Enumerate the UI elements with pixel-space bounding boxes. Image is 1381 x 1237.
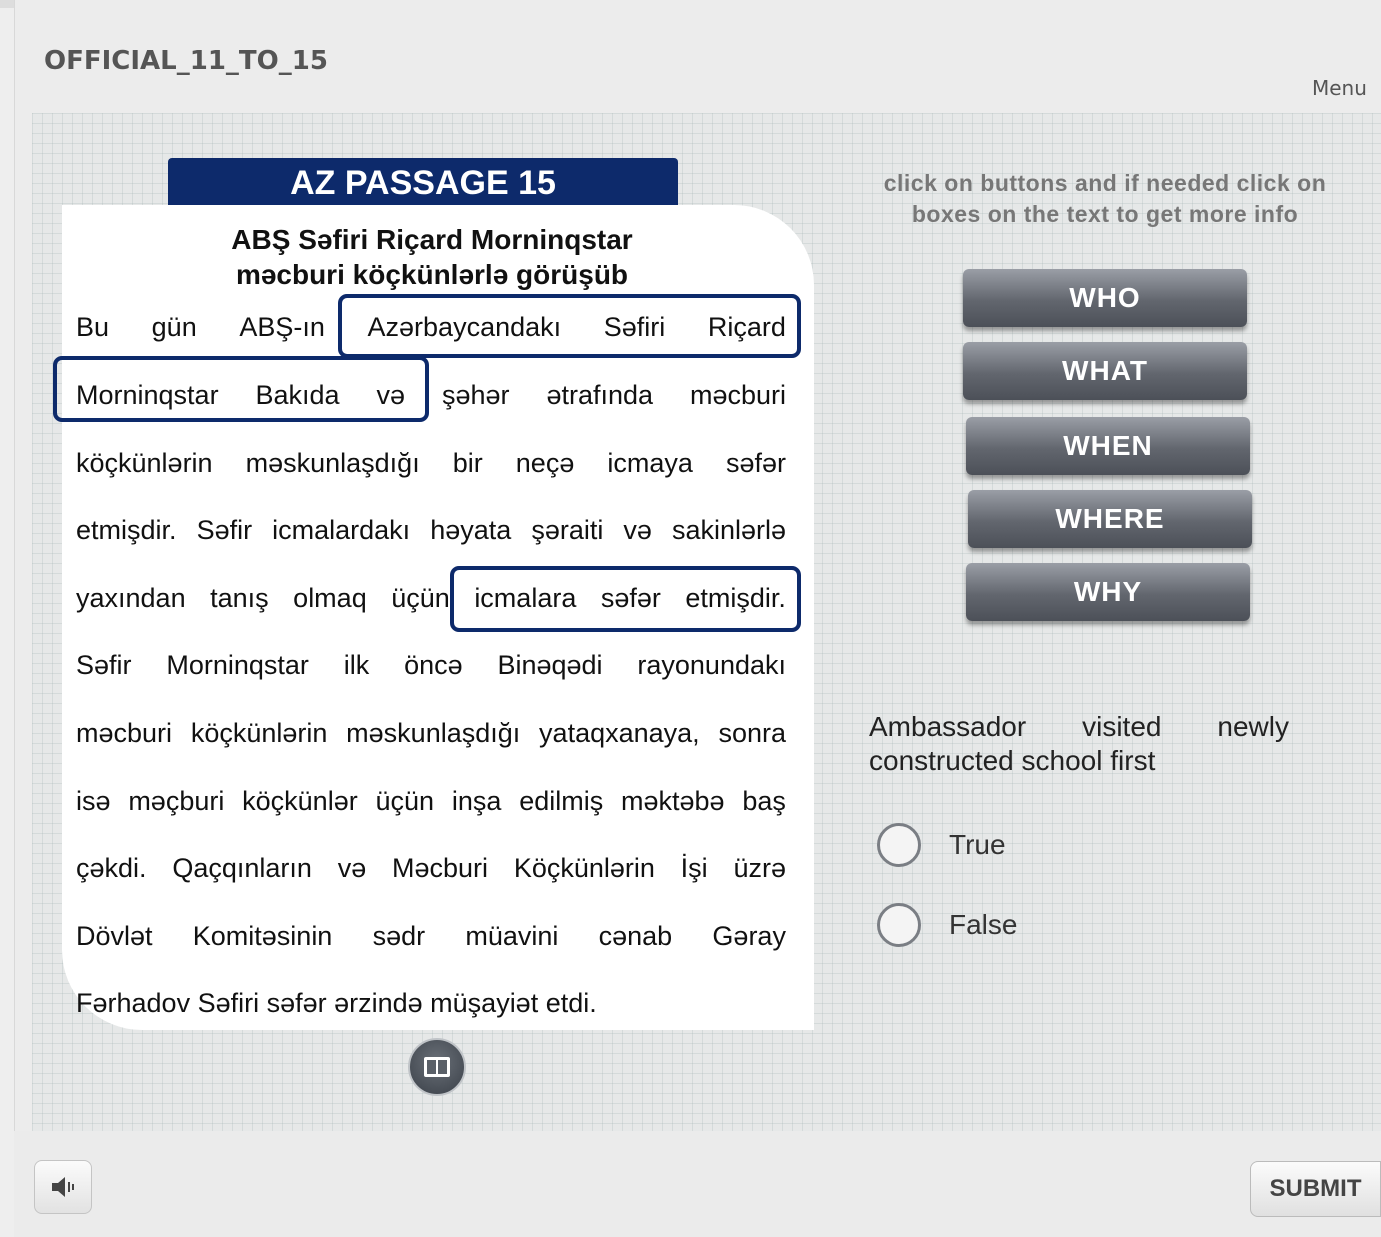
who-button[interactable]: WHO <box>963 269 1247 327</box>
where-button[interactable]: WHERE <box>968 490 1252 548</box>
passage-word: ətrafında <box>546 380 654 410</box>
passage-word: sonra <box>718 718 786 748</box>
passage-word: icmalardakı <box>272 515 411 545</box>
when-button[interactable]: WHEN <box>966 417 1250 475</box>
passage-word: isə <box>76 786 111 816</box>
passage-word: Bu <box>76 312 110 342</box>
passage-word: Səfir <box>76 650 132 680</box>
passage-word: icmaya <box>607 448 693 478</box>
option-false-label: False <box>949 909 1018 940</box>
menu-link[interactable]: Menu <box>1312 76 1367 100</box>
passage-line: məcburi köçkünlərin məskunlaşdığı yataqxana… <box>76 718 786 749</box>
passage-word: edilmiş <box>519 786 604 816</box>
passage-banner: AZ PASSAGE 15 <box>168 158 678 208</box>
passage-line: Fərhadov Səfiri səfər ərzində müşayiət e… <box>76 988 786 1019</box>
passage-line: etmişdir. Səfir icmalardakı həyata şəraiti və… <box>76 515 786 546</box>
passage-word: səfər <box>725 448 786 478</box>
passage-word: sakinlərlə <box>671 515 786 545</box>
passage-word: Qaçqınların <box>172 853 312 883</box>
passage-word: üzrə <box>733 853 786 883</box>
book-icon <box>424 1057 450 1077</box>
passage-line: Səfir Morninqstar ilk öncə Binəqədi rayonunda… <box>76 650 786 681</box>
passage-line: çəkdi. Qaçqınların və Məcburi Köçkünlərin İşi… <box>76 853 786 884</box>
passage-word: Binəqədi <box>497 650 603 680</box>
info-box-ambassador-title[interactable] <box>338 294 801 358</box>
passage-word: köçkünlərin <box>76 448 213 478</box>
passage-word: ABŞ-ın <box>239 312 325 342</box>
passage-word: müavini <box>465 921 559 951</box>
why-button[interactable]: WHY <box>966 563 1250 621</box>
passage-word: sədr <box>372 921 426 951</box>
passage-word: yaxından <box>76 583 186 613</box>
info-box-visit-purpose[interactable] <box>450 566 801 632</box>
option-true-label: True <box>949 829 1006 860</box>
speaker-icon <box>52 1177 74 1197</box>
passage-word: məcburi <box>689 380 786 410</box>
passage-word: Komitəsinin <box>192 921 333 951</box>
passage-word: həyata <box>430 515 512 545</box>
passage-word: öncə <box>404 650 463 680</box>
passage-word: neçə <box>515 448 575 478</box>
passage-word: Gəray <box>712 921 786 951</box>
submit-button[interactable]: SUBMIT <box>1250 1161 1381 1217</box>
option-true[interactable]: True <box>877 820 1006 870</box>
passage-word: İşi <box>680 853 708 883</box>
passage-word: köçkünlər <box>242 786 358 816</box>
passage-word: məktəbə <box>621 786 725 816</box>
passage-word: olmaq <box>293 583 367 613</box>
passage-word: tanış <box>210 583 269 613</box>
option-false[interactable]: False <box>877 900 1017 950</box>
passage-word: Morninqstar <box>166 650 309 680</box>
passage-word: şəraiti <box>531 515 604 545</box>
book-button[interactable] <box>408 1038 466 1096</box>
quiz-question: Ambassador visited newly constructed sch… <box>869 711 1289 776</box>
passage-word: rayonundakı <box>637 650 786 680</box>
passage-word: məcburi <box>76 718 173 748</box>
passage-word: məskunlaşdığı <box>245 448 420 478</box>
passage-word: Fərhadov Səfiri səfər ərzində müşayiət e… <box>76 988 597 1018</box>
headline-line: məcburi köçkünlərlə görüşüb <box>235 259 629 290</box>
passage-line: köçkünlərin məskunlaşdığı bir neçə icmaya səf… <box>76 448 786 479</box>
radio-false[interactable] <box>877 903 921 947</box>
passage-line: isə məçburi köçkünlər üçün inşa edilmiş məktəb… <box>76 786 786 817</box>
passage-word: şəhər <box>441 380 510 410</box>
passage-word: yataqxanaya, <box>539 718 700 748</box>
what-button[interactable]: WHAT <box>963 342 1247 400</box>
passage-word: gün <box>151 312 197 342</box>
passage-word: üçün <box>375 786 435 816</box>
passage-word: cənab <box>598 921 673 951</box>
passage-word: Məcburi <box>392 853 489 883</box>
passage-word: inşa <box>451 786 502 816</box>
passage-word: məskunlaşdığı <box>346 718 521 748</box>
passage-word: ilk <box>343 650 370 680</box>
info-box-ambassador-name-location[interactable] <box>53 356 429 422</box>
passage-word: köçkünlərin <box>190 718 328 748</box>
headline-line: ABŞ Səfiri Riçard Morninqstar <box>231 224 633 255</box>
passage-word: üçün <box>391 583 450 613</box>
passage-word: və <box>623 515 652 545</box>
passage-word: etmişdir. <box>76 515 177 545</box>
radio-true[interactable] <box>877 823 921 867</box>
passage-word: və <box>337 853 367 883</box>
passage-word: Dövlət <box>76 921 153 951</box>
passage-word: məçburi <box>128 786 225 816</box>
passage-word: Köçkünlərin <box>513 853 655 883</box>
passage-word: baş <box>742 786 786 816</box>
passage-headline: ABŞ Səfiri Riçard Morninqstar məcburi kö… <box>62 222 802 292</box>
passage-line: Dövlət Komitəsinin sədr müavini cənab Gəray <box>76 921 786 952</box>
bottom-bar <box>14 1131 1381 1237</box>
passage-word: Səfir <box>196 515 253 545</box>
instruction-text: click on buttons and if needed click on … <box>883 170 1327 227</box>
course-title: OFFICIAL_11_TO_15 <box>44 46 328 76</box>
passage-word: bir <box>452 448 483 478</box>
passage-word: çəkdi. <box>76 853 147 883</box>
audio-button[interactable] <box>34 1160 92 1214</box>
